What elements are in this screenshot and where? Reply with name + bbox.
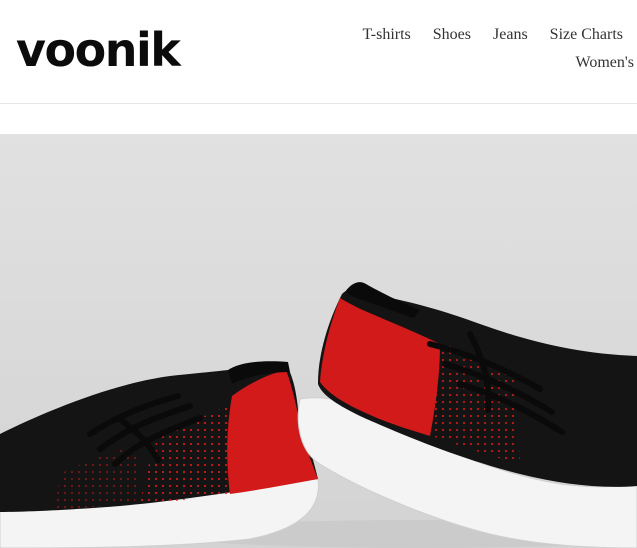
hero-sneakers-image — [0, 134, 637, 548]
nav-row-secondary: Women's — [337, 50, 637, 75]
main-nav: T-shirts Shoes Jeans Size Charts Women's — [337, 22, 637, 75]
nav-link-size-charts[interactable]: Size Charts — [550, 26, 623, 44]
site-header: voonik T-shirts Shoes Jeans Size Charts … — [0, 0, 637, 104]
page: voonik T-shirts Shoes Jeans Size Charts … — [0, 0, 637, 548]
nav-link-womens[interactable]: Women's — [576, 54, 634, 72]
nav-link-tshirts[interactable]: T-shirts — [362, 26, 410, 44]
brand-logo[interactable]: voonik — [16, 20, 181, 80]
nav-row-primary: T-shirts Shoes Jeans Size Charts — [337, 22, 637, 47]
nav-link-jeans[interactable]: Jeans — [493, 26, 528, 44]
nav-link-shoes[interactable]: Shoes — [433, 26, 471, 44]
hero-banner[interactable] — [0, 134, 637, 548]
